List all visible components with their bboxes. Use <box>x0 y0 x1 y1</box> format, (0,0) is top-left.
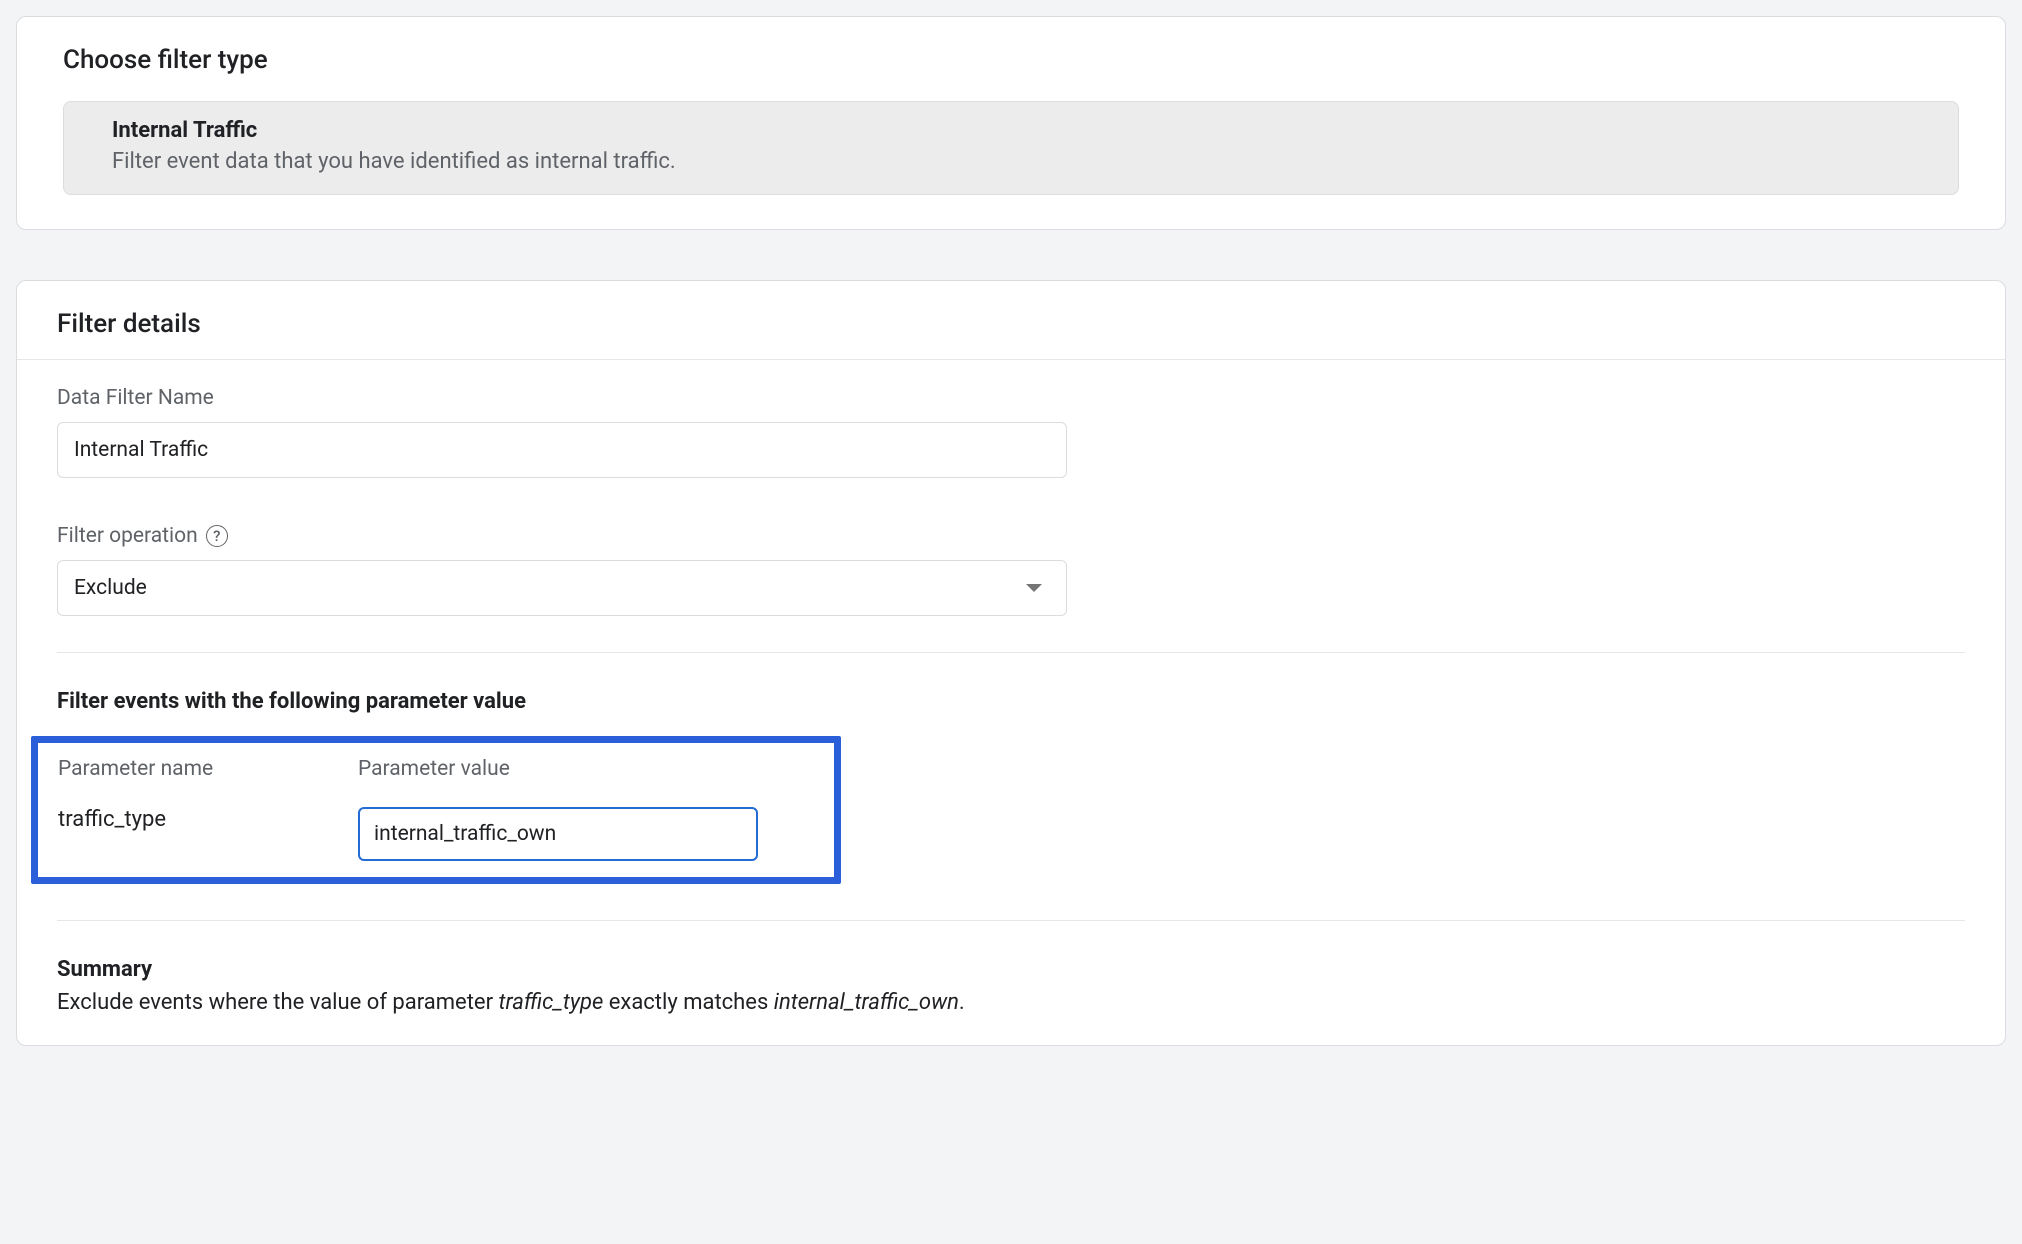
choose-filter-type-title: Choose filter type <box>63 45 1959 75</box>
data-filter-name-label: Data Filter Name <box>57 386 1965 410</box>
parameter-value-input[interactable] <box>358 807 758 861</box>
help-icon[interactable]: ? <box>206 525 228 547</box>
summary-param-name: traffic_type <box>498 990 603 1015</box>
divider <box>57 652 1965 653</box>
summary-text: Exclude events where the value of parame… <box>57 990 1965 1015</box>
parameter-name-label: Parameter name <box>58 757 298 781</box>
summary-suffix: . <box>959 990 965 1015</box>
param-section-title: Filter events with the following paramet… <box>57 689 1965 714</box>
data-filter-name-input[interactable] <box>57 422 1067 478</box>
parameter-highlight-box: Parameter name traffic_type Parameter va… <box>31 736 841 884</box>
divider <box>57 920 1965 921</box>
choose-filter-type-card: Choose filter type Internal Traffic Filt… <box>16 16 2006 230</box>
filter-type-option-desc: Filter event data that you have identifi… <box>112 149 1910 174</box>
filter-type-option-internal-traffic[interactable]: Internal Traffic Filter event data that … <box>63 101 1959 195</box>
filter-details-title: Filter details <box>57 309 1965 339</box>
summary-title: Summary <box>57 957 1965 982</box>
filter-operation-label-text: Filter operation <box>57 524 198 548</box>
summary-mid: exactly matches <box>603 990 774 1015</box>
filter-operation-label: Filter operation ? <box>57 524 1965 548</box>
summary-param-value: internal_traffic_own <box>774 990 959 1015</box>
filter-type-option-title: Internal Traffic <box>112 118 1910 143</box>
filter-operation-select[interactable]: Exclude <box>57 560 1067 616</box>
parameter-value-label: Parameter value <box>358 757 814 781</box>
filter-operation-value: Exclude <box>74 576 147 600</box>
chevron-down-icon <box>1026 584 1042 592</box>
summary-prefix: Exclude events where the value of parame… <box>57 990 498 1015</box>
parameter-name-value: traffic_type <box>58 807 298 832</box>
filter-details-card: Filter details Data Filter Name Filter o… <box>16 280 2006 1046</box>
